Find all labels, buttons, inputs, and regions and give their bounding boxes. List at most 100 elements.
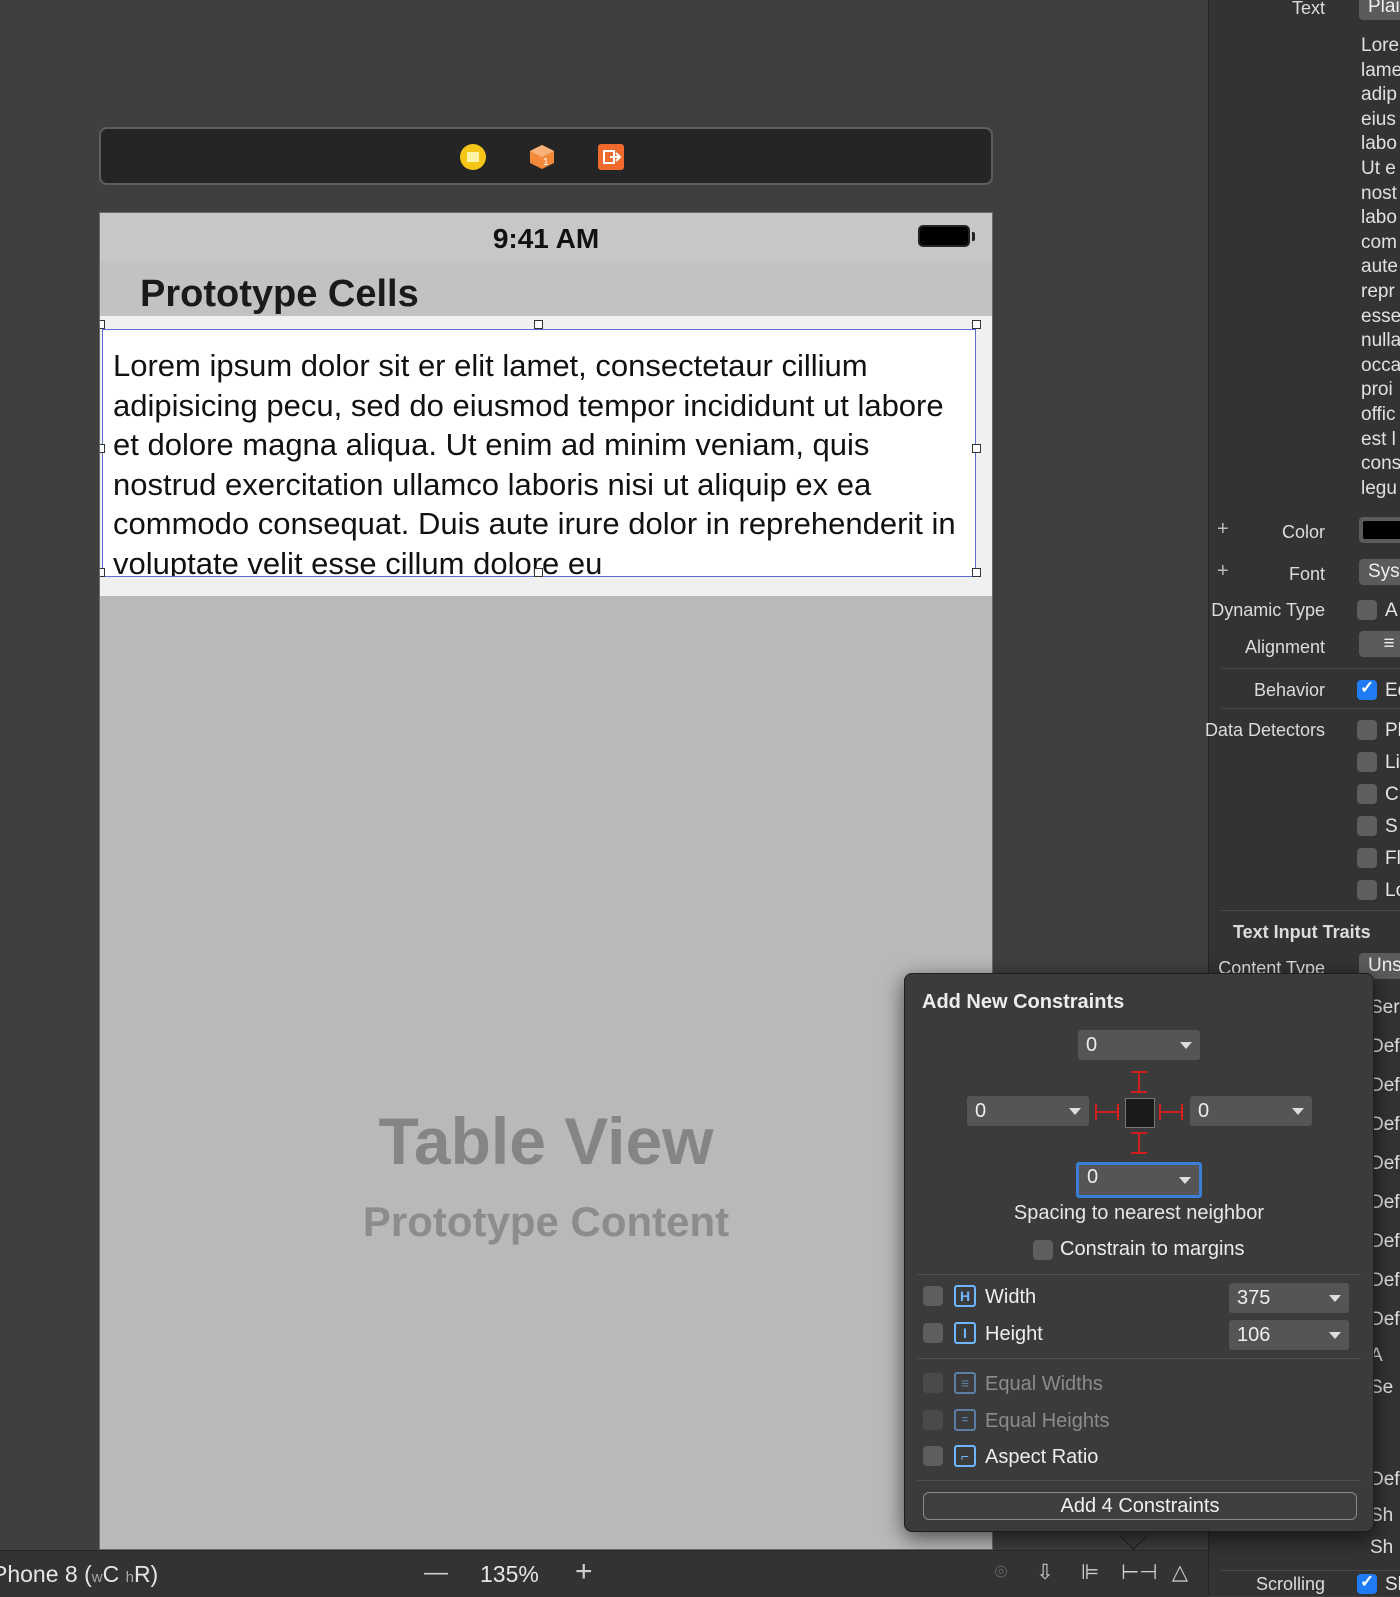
trailing-spacing-combo[interactable]: 0: [1190, 1096, 1312, 1126]
detector-checkbox[interactable]: [1357, 816, 1377, 836]
update-frames-icon[interactable]: ⌾: [987, 1561, 1015, 1585]
resize-handle-bottom-left[interactable]: [100, 568, 105, 577]
text-content-line: eius: [1361, 108, 1396, 130]
size-class-h-prefix: h: [125, 1569, 134, 1586]
add-variation-icon[interactable]: +: [1217, 518, 1229, 541]
inspector-popup-value[interactable]: Def: [1370, 1114, 1400, 1136]
inspector-popup-value[interactable]: Def: [1370, 1153, 1400, 1175]
size-class-w-prefix: w: [91, 1569, 103, 1586]
device-config-button[interactable]: Phone 8 (wC hR): [0, 1561, 158, 1588]
inspector-popup-value[interactable]: Ser: [1370, 997, 1400, 1019]
embed-in-icon[interactable]: ⇩: [1031, 1561, 1059, 1585]
text-content-line: labo: [1361, 207, 1397, 229]
leading-constraint-strut[interactable]: [1095, 1111, 1119, 1113]
width-checkbox[interactable]: [923, 1286, 943, 1306]
separator: [917, 1358, 1361, 1359]
inspector-popup-value[interactable]: Def: [1370, 1036, 1400, 1058]
resize-handle-left[interactable]: [100, 444, 105, 453]
add-constraints-button[interactable]: Add 4 Constraints: [923, 1492, 1357, 1520]
inspector-popup-value[interactable]: Def: [1370, 1309, 1400, 1331]
equal-heights-label: Equal Heights: [985, 1410, 1110, 1432]
behavior-editable-checkbox[interactable]: [1357, 678, 1377, 700]
scrolling-checkbox[interactable]: [1357, 1572, 1377, 1594]
resize-handle-top[interactable]: [534, 320, 543, 329]
resize-handle-bottom-right[interactable]: [972, 568, 981, 577]
height-checkbox[interactable]: [923, 1323, 943, 1343]
bottom-strut-cap: [1131, 1152, 1147, 1154]
text-content-line: cons: [1361, 453, 1400, 475]
add-new-constraints-icon[interactable]: ⊢⊣: [1121, 1561, 1158, 1585]
size-class-h: R): [133, 1561, 159, 1587]
scrolling-option: Sh: [1385, 1574, 1400, 1595]
leading-spacing-combo[interactable]: 0: [967, 1096, 1089, 1126]
text-content-line: nulla: [1361, 330, 1400, 352]
chevron-down-icon: [1069, 1108, 1081, 1115]
inspector-popup-value[interactable]: Def: [1370, 1192, 1400, 1214]
inspector-popup-value[interactable]: Def: [1370, 1075, 1400, 1097]
color-well[interactable]: [1359, 517, 1400, 543]
top-spacing-combo[interactable]: 0: [1078, 1030, 1200, 1060]
align-justified-icon[interactable]: ≡: [1359, 631, 1400, 657]
inspector-option: Sh: [1370, 1537, 1394, 1558]
text-view[interactable]: Lorem ipsum dolor sit er elit lamet, con…: [102, 329, 976, 577]
add-variation-icon[interactable]: +: [1217, 560, 1229, 583]
text-content-field[interactable]: Lore lame adip eius labo Ut e nost labo com aute r…: [1361, 34, 1400, 501]
text-content-line: offic: [1361, 403, 1396, 425]
bottom-spacing-combo[interactable]: 0: [1076, 1162, 1202, 1198]
aspect-ratio-icon: ⌐: [954, 1445, 976, 1467]
leading-spacing-value: 0: [975, 1100, 987, 1122]
zoom-in-button[interactable]: +: [575, 1555, 593, 1589]
detector-option: Pl: [1385, 720, 1400, 741]
top-constraint-strut[interactable]: [1138, 1071, 1140, 1093]
bottom-spacing-value: 0: [1087, 1166, 1099, 1188]
detector-checkbox[interactable]: [1357, 880, 1377, 900]
behavior-option: Ed: [1385, 680, 1400, 701]
zoom-level: 135%: [480, 1561, 539, 1587]
text-content-line: adip: [1361, 84, 1397, 106]
detector-checkbox[interactable]: [1357, 784, 1377, 804]
equal-heights-icon: =: [954, 1409, 976, 1431]
canvas-bottom-bar: Phone 8 (wC hR) — 135% + ⌾ ⇩ ⊫ ⊢⊣ △: [0, 1550, 1208, 1597]
chevron-down-icon: [1329, 1295, 1341, 1302]
status-bar: 9:41 AM: [100, 213, 992, 261]
equal-heights-checkbox[interactable]: [923, 1410, 943, 1430]
bottom-constraint-strut[interactable]: [1138, 1132, 1140, 1154]
top-spacing-value: 0: [1086, 1034, 1098, 1056]
exit-icon[interactable]: [598, 144, 624, 170]
constrain-margins-checkbox[interactable]: [1033, 1240, 1053, 1260]
inspector-popup-value[interactable]: Def: [1370, 1469, 1400, 1491]
aspect-ratio-checkbox[interactable]: [923, 1446, 943, 1466]
inspector-popup-value[interactable]: Def: [1370, 1270, 1400, 1292]
popover-title: Add New Constraints: [922, 991, 1125, 1013]
resize-handle-right[interactable]: [972, 444, 981, 453]
width-label: Width: [985, 1286, 1037, 1308]
text-type-popup[interactable]: Plai: [1359, 0, 1400, 20]
text-content-line: com: [1361, 231, 1397, 253]
view-controller-icon[interactable]: [460, 144, 486, 170]
height-combo[interactable]: 106: [1229, 1320, 1349, 1350]
size-class-w: C: [102, 1561, 126, 1587]
font-field[interactable]: Syst: [1359, 559, 1400, 585]
detector-checkbox[interactable]: [1357, 752, 1377, 772]
resolve-auto-layout-issues-icon[interactable]: △: [1166, 1561, 1194, 1585]
svg-text:1: 1: [543, 157, 549, 168]
align-icon[interactable]: ⊫: [1076, 1561, 1104, 1585]
resize-handle-bottom[interactable]: [534, 568, 543, 577]
resize-handle-top-right[interactable]: [972, 320, 981, 329]
detector-checkbox[interactable]: [1357, 720, 1377, 740]
zoom-out-button[interactable]: —: [424, 1559, 448, 1587]
text-content-line: lame: [1361, 59, 1400, 81]
width-combo[interactable]: 375: [1229, 1283, 1349, 1313]
equal-widths-checkbox[interactable]: [923, 1373, 943, 1393]
detector-checkbox[interactable]: [1357, 848, 1377, 868]
resize-handle-top-left[interactable]: [100, 320, 105, 329]
trailing-constraint-strut[interactable]: [1159, 1111, 1183, 1113]
detector-option: Li: [1385, 752, 1400, 773]
text-label: Text: [1291, 0, 1325, 18]
first-responder-icon[interactable]: 1: [529, 144, 555, 170]
phone-canvas[interactable]: 9:41 AM Prototype Cells Lorem ipsum dolo…: [99, 212, 993, 1550]
dynamic-type-checkbox[interactable]: [1357, 600, 1377, 620]
top-strut-cap: [1131, 1091, 1147, 1093]
inspector-popup-value[interactable]: Def: [1370, 1231, 1400, 1253]
selected-view-square-icon: [1125, 1098, 1155, 1128]
